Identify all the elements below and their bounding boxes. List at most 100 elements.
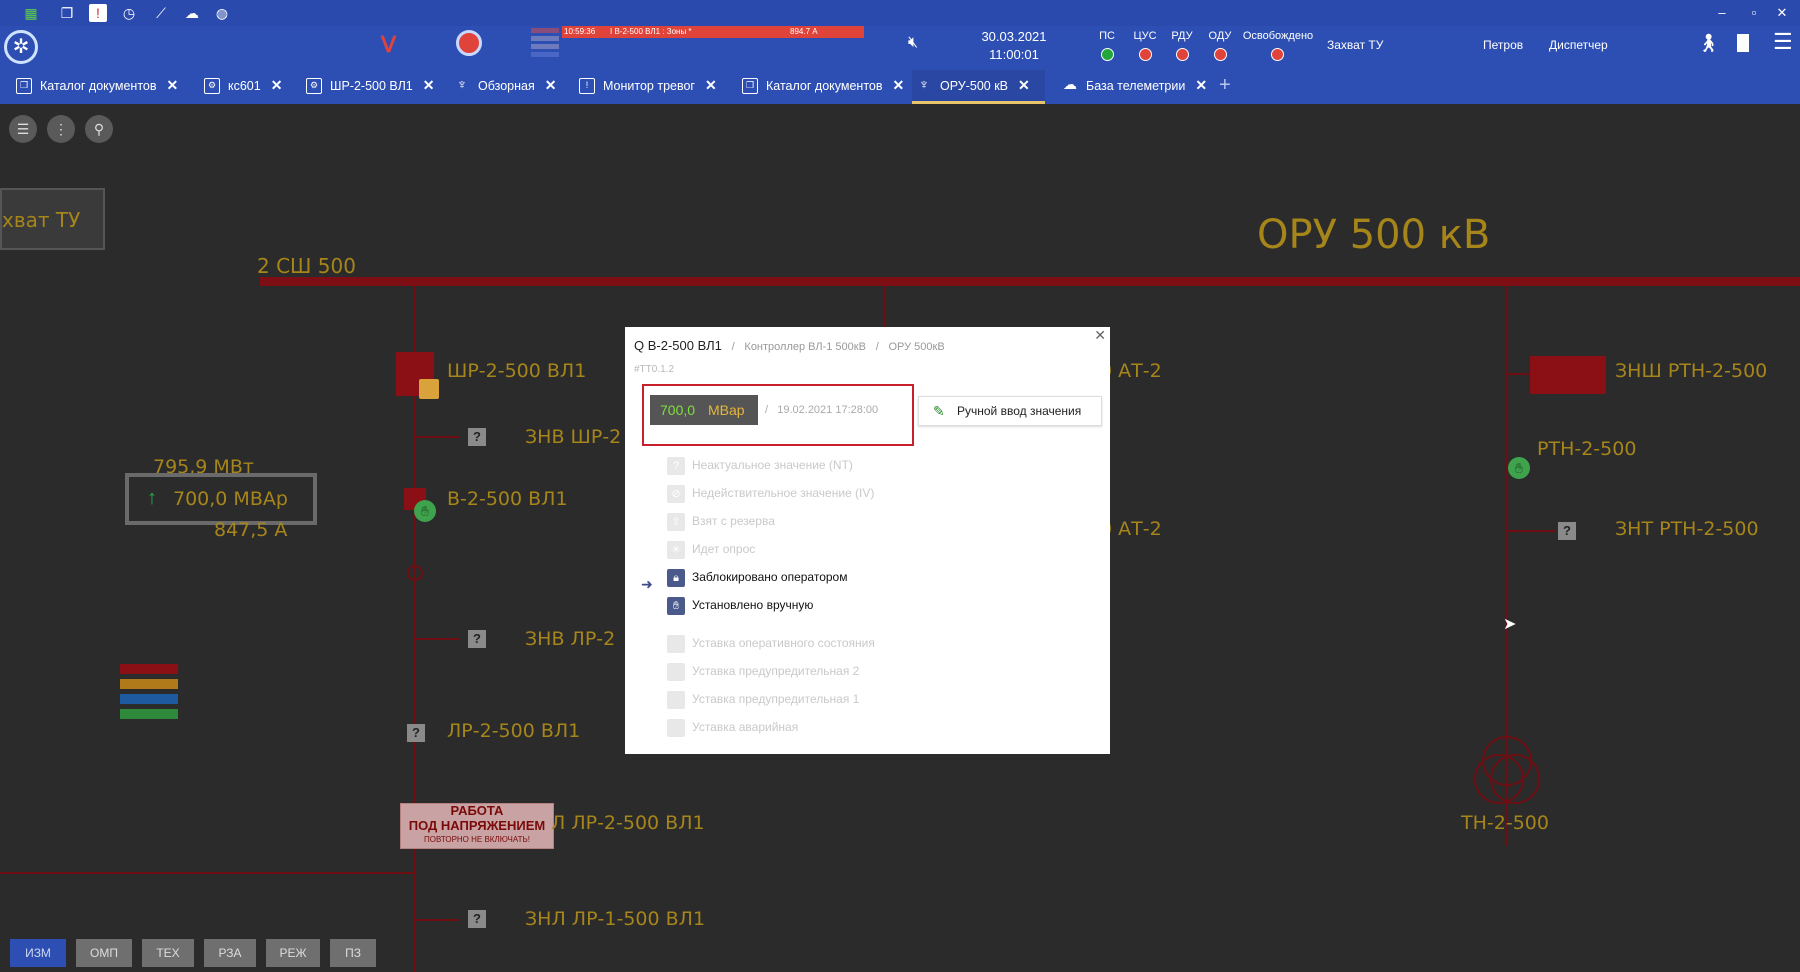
- bookmark-icon[interactable]: [1737, 34, 1749, 52]
- scheme-title: ОРУ 500 кВ: [1257, 212, 1491, 258]
- breadcrumb-controller[interactable]: Контроллер ВЛ-1 500кВ: [744, 341, 866, 353]
- alarm-ticker[interactable]: 10:59:36 I В-2-500 ВЛ1 : Зоны * 894.7 А: [562, 26, 864, 38]
- label-znl-lr1: ЗНЛ ЛР-1-500 ВЛ1: [525, 908, 706, 930]
- busbar: [260, 277, 1800, 286]
- measure-q-box[interactable]: ↑ 700,0 МВАр: [125, 473, 317, 525]
- unknown-state-icon[interactable]: ?: [468, 428, 486, 446]
- polling-icon[interactable]: ✳: [667, 541, 685, 559]
- label-znsh-rtn: ЗНШ РТН-2-500: [1615, 360, 1768, 382]
- minimize-button[interactable]: –: [1712, 3, 1732, 23]
- flag-label: Установлено вручную: [692, 598, 814, 612]
- unknown-state-icon[interactable]: ?: [468, 910, 486, 928]
- restore-button[interactable]: ▫: [1744, 3, 1764, 23]
- bottom-tab-izm[interactable]: ИЗМ: [10, 939, 66, 967]
- tower-icon: ♆: [918, 76, 930, 92]
- history-icon[interactable]: ◷: [120, 4, 138, 22]
- invalid-icon[interactable]: ⊘: [667, 485, 685, 503]
- tab-documents-catalog[interactable]: ❐ Каталог документов ✕: [12, 70, 178, 104]
- add-tab-button[interactable]: +: [1219, 74, 1231, 97]
- close-icon[interactable]: ✕: [271, 77, 283, 93]
- close-icon[interactable]: ✕: [167, 77, 179, 93]
- bottom-tab-teh[interactable]: ТЕХ: [142, 939, 194, 967]
- manual-entry-button[interactable]: ✎ Ручной ввод значения: [918, 396, 1102, 426]
- tab-oru-500[interactable]: ♆ ОРУ-500 кВ ✕: [912, 70, 1045, 104]
- more-icon[interactable]: ⋮: [47, 115, 75, 143]
- close-window-button[interactable]: ✕: [1772, 3, 1792, 23]
- sign-line-3: ПОВТОРНО НЕ ВКЛЮЧАТЬ!: [424, 835, 530, 844]
- alert-icon[interactable]: !: [89, 4, 107, 22]
- close-icon[interactable]: ✕: [1094, 327, 1106, 344]
- sign-line-2: ПОД НАПРЯЖЕНИЕМ: [408, 818, 546, 833]
- disconnector-znsh[interactable]: [1530, 356, 1606, 394]
- globe-icon[interactable]: ◍: [213, 4, 231, 22]
- measure-q: 700,0 МВАр: [173, 488, 288, 510]
- checkbox[interactable]: [667, 719, 685, 737]
- unknown-state-icon[interactable]: ?: [407, 724, 425, 742]
- scheme-icon: ⚙: [204, 78, 220, 94]
- checkbox[interactable]: [667, 635, 685, 653]
- close-icon[interactable]: ✕: [705, 77, 717, 93]
- unknown-state-icon[interactable]: ?: [468, 630, 486, 648]
- unknown-state-icon[interactable]: ?: [1558, 522, 1576, 540]
- measurement-popup[interactable]: ✕ Q В-2-500 ВЛ1 / Контроллер ВЛ-1 500кВ …: [625, 327, 1110, 754]
- popup-title-text: Q В-2-500 ВЛ1: [634, 338, 722, 353]
- walk-icon[interactable]: 🚶︎: [1697, 33, 1720, 54]
- indicator-released-dot: [1271, 48, 1284, 61]
- ground-stub: [414, 919, 459, 921]
- alert-icon: !: [579, 78, 595, 94]
- checkbox[interactable]: [667, 691, 685, 709]
- breadcrumb-oru[interactable]: ОРУ 500кВ: [888, 341, 944, 353]
- record-icon[interactable]: [456, 30, 482, 56]
- checkbox[interactable]: [667, 663, 685, 681]
- arrow-up-icon: ↑: [147, 487, 157, 509]
- hand-icon[interactable]: ✋︎: [667, 597, 685, 615]
- capture-tu-label: хват ТУ: [2, 208, 81, 232]
- work-under-voltage-sign[interactable]: РАБОТА ПОД НАПРЯЖЕНИЕМ ПОВТОРНО НЕ ВКЛЮЧ…: [400, 803, 554, 849]
- mouse-cursor-icon: ➤: [1503, 616, 1517, 633]
- close-icon[interactable]: ✕: [1195, 77, 1207, 93]
- question-icon[interactable]: ?: [667, 457, 685, 475]
- tab-shr-vl1[interactable]: ⚙ ШР-2-500 ВЛ1 ✕: [302, 70, 435, 104]
- capture-tu-link[interactable]: Захват ТУ: [1327, 38, 1383, 52]
- indicator-label-ps: ПС: [1099, 30, 1115, 42]
- mute-icon[interactable]: 🔇︎: [908, 34, 918, 52]
- work-tag-icon[interactable]: [419, 379, 439, 399]
- close-icon[interactable]: ✕: [893, 77, 905, 93]
- lock-icon[interactable]: 🔒︎: [667, 569, 685, 587]
- breadcrumb-sep: /: [725, 341, 741, 353]
- bottom-tab-pz[interactable]: ПЗ: [330, 939, 376, 967]
- capture-tu-button[interactable]: хват ТУ: [0, 188, 105, 250]
- search-icon[interactable]: ⚲: [85, 115, 113, 143]
- breadcrumb-sep: /: [869, 341, 885, 353]
- popup-title: Q В-2-500 ВЛ1 / Контроллер ВЛ-1 500кВ / …: [634, 338, 945, 353]
- user-role[interactable]: Диспетчер: [1549, 38, 1608, 52]
- cloud-icon[interactable]: ☁: [183, 4, 201, 22]
- documents-icon: ❐: [16, 78, 32, 94]
- grid-icon[interactable]: ▦: [22, 4, 40, 22]
- sign-line-1: РАБОТА: [450, 803, 504, 818]
- bottom-tab-rza[interactable]: РЗА: [204, 939, 256, 967]
- close-icon[interactable]: ✕: [545, 77, 557, 93]
- close-icon[interactable]: ✕: [1018, 77, 1030, 93]
- tab-overview[interactable]: ♆ Обзорная ✕: [450, 70, 557, 104]
- documents-icon[interactable]: ❐: [58, 4, 76, 22]
- layers-icon[interactable]: [531, 28, 559, 62]
- tab-alarm-monitor[interactable]: ! Монитор тревог ✕: [575, 70, 717, 104]
- hand-icon[interactable]: ✋︎: [414, 500, 436, 522]
- chart-icon[interactable]: ⟋: [152, 4, 170, 22]
- list-icon[interactable]: ☰: [9, 115, 37, 143]
- menu-icon[interactable]: ☰: [1773, 29, 1793, 55]
- priority-alert-icon[interactable]: ⴸ: [381, 32, 396, 58]
- tab-telemetry-db[interactable]: ☁ База телеметрии ✕: [1058, 70, 1207, 104]
- indicator-odu-dot: [1214, 48, 1227, 61]
- bottom-tab-omp[interactable]: ОМП: [76, 939, 132, 967]
- transformer-symbol: [1482, 736, 1532, 786]
- user-name[interactable]: Петров: [1483, 38, 1523, 52]
- bottom-tab-rezh[interactable]: РЕЖ: [266, 939, 320, 967]
- tab-ks601[interactable]: ⚙ кс601 ✕: [200, 70, 282, 104]
- tab-label: Каталог документов: [766, 79, 883, 93]
- reserve-icon[interactable]: ⇧: [667, 513, 685, 531]
- hand-icon[interactable]: ✋︎: [1508, 457, 1530, 479]
- close-icon[interactable]: ✕: [423, 77, 435, 93]
- tab-documents-catalog-2[interactable]: ❐ Каталог документов ✕: [738, 70, 904, 104]
